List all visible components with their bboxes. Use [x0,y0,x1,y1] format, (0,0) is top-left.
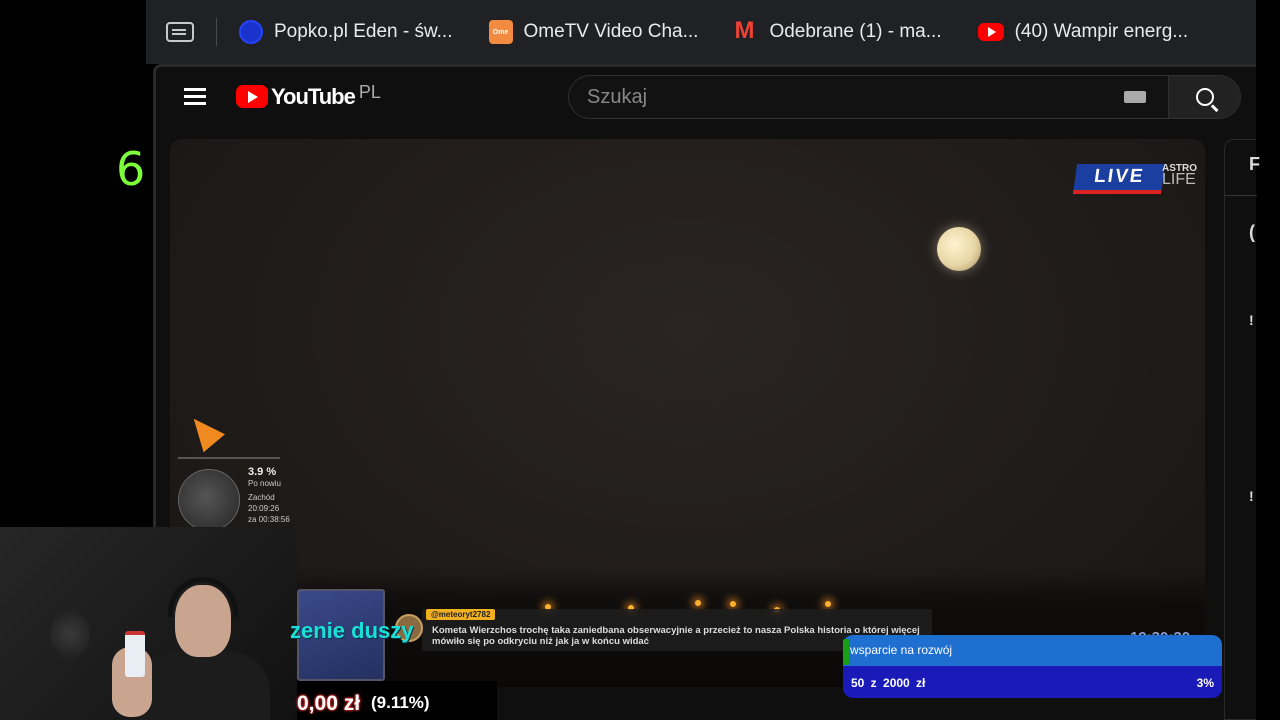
tab-search-icon[interactable] [166,22,194,42]
search-bar [568,75,1241,119]
popko-favicon-icon [239,20,263,44]
search-button[interactable] [1168,76,1240,118]
widget-divider [178,457,280,459]
headset-icon [168,577,238,617]
bookmark-youtube[interactable]: (40) Wampir energ... [977,21,1189,43]
country-code: PL [358,82,381,102]
side-panel-text: ! [1249,312,1254,328]
gmail-favicon-icon [734,17,758,45]
bookmark-gmail[interactable]: Odebrane (1) - ma... [734,17,942,45]
side-panel: F ( ! ! [1224,139,1260,720]
goal-percent: 3% [1196,676,1214,690]
search-input[interactable] [569,76,1124,118]
goal-label: wsparcie na rozwój [850,643,953,657]
bookmark-separator [216,18,217,46]
webcam-person-body [140,652,270,720]
overlay-counter: 6 [116,142,146,196]
menu-icon[interactable] [184,88,206,106]
goal-progress: 50 z 2000 zł [851,676,926,690]
bookmark-popko[interactable]: Popko.pl Eden - św... [239,20,453,44]
youtube-header: YouTube PL [156,67,1256,127]
youtube-favicon-icon [977,23,1004,41]
side-panel-text: ( [1249,222,1255,242]
search-icon [1195,88,1214,106]
direction-arrow-icon [182,409,226,453]
side-panel-divider [1225,195,1257,196]
can-icon [125,631,145,677]
bookmark-label: Odebrane (1) - ma... [769,21,942,42]
webcam-overlay [0,527,297,720]
bookmark-label: OmeTV Video Cha... [523,21,699,42]
live-badge: LIVE [1072,164,1166,194]
donation-goal-widget: wsparcie na rozwój 50 z 2000 zł 3% [843,635,1222,698]
chat-username: @meteoryt2782 [426,609,496,620]
moon-time-2: za 00:38:56 [248,515,290,524]
moon-phase-label: Po nowiu [248,479,281,488]
moon-time-1: 20:09:26 [248,504,280,513]
goal-marker [843,639,849,665]
side-panel-text: ! [1249,488,1254,504]
side-panel-text: F [1249,154,1260,174]
moon-phase-pct: 3.9 % [248,466,277,478]
bookmark-label: (40) Wampir energ... [1014,21,1189,42]
donation-amount: 0,00 zł [297,692,361,715]
brand-bottom: LIFE [1162,171,1196,188]
alert-title: zenie duszy [290,618,414,643]
moon-phase-icon [178,469,240,531]
moon-info: 3.9 % Po nowiu Zachód 20:09:26 za 00:38:… [248,467,290,525]
screen: Popko.pl Eden - św... Ome OmeTV Video Ch… [0,0,1280,720]
youtube-play-icon [236,85,268,108]
bookmark-label: Popko.pl Eden - św... [274,21,453,42]
city-light [730,601,736,607]
webcam-lamp [50,609,90,659]
moon [937,227,981,271]
keyboard-icon[interactable] [1124,91,1146,103]
youtube-logo-text: YouTube [271,84,356,109]
bookmark-bar: Popko.pl Eden - św... Ome OmeTV Video Ch… [146,0,1256,64]
astrolife-logo: ASTRO LIFE [1162,163,1197,188]
city-light [695,600,701,606]
ometv-favicon-icon: Ome [488,20,513,44]
donation-percent: (9.11%) [371,693,430,712]
bookmark-ometv[interactable]: Ome OmeTV Video Cha... [488,20,699,44]
moon-direction: Zachód [248,493,275,502]
youtube-logo[interactable]: YouTube PL [236,82,381,109]
city-light [825,601,831,607]
